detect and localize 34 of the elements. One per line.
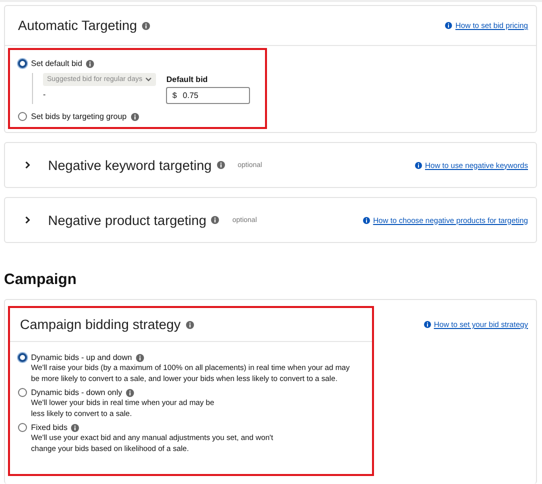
radio-button[interactable] bbox=[18, 353, 27, 362]
chevron-right-icon[interactable] bbox=[25, 161, 31, 169]
section-title: Negative keyword targeting bbox=[48, 158, 212, 172]
info-icon bbox=[136, 354, 144, 362]
info-icon bbox=[130, 112, 139, 120]
section-title: Campaign bidding strategy bbox=[20, 317, 181, 332]
section-title: Negative product targeting bbox=[48, 212, 206, 228]
page-heading: Campaign bbox=[4, 271, 78, 288]
radio-button[interactable] bbox=[18, 112, 27, 121]
info-icon bbox=[71, 424, 80, 432]
section-title: Automatic Targeting bbox=[18, 18, 138, 33]
help-icon bbox=[445, 22, 452, 29]
option-label: Dynamic bids - up and down bbox=[31, 353, 132, 362]
info-icon bbox=[216, 161, 225, 169]
info-icon bbox=[211, 216, 220, 224]
radio-button[interactable] bbox=[18, 59, 27, 68]
option-label: Set default bid bbox=[31, 59, 82, 68]
info-icon bbox=[186, 320, 194, 328]
option-label: Set bids by targeting group bbox=[31, 112, 127, 121]
info-icon bbox=[86, 60, 94, 68]
info-icon bbox=[126, 388, 134, 396]
default-bid-field[interactable]: $ 0.75 bbox=[166, 87, 250, 104]
help-icon bbox=[415, 162, 422, 168]
radio-button[interactable] bbox=[18, 388, 27, 397]
option-label: Dynamic bids - down only bbox=[31, 388, 122, 397]
field-label: Default bid bbox=[166, 75, 209, 84]
chevron-down-icon bbox=[145, 77, 152, 82]
help-icon bbox=[424, 321, 431, 328]
help-icon bbox=[363, 216, 370, 224]
suggested-bid-value: - bbox=[43, 90, 47, 99]
option-label: Fixed bids bbox=[31, 423, 68, 432]
chevron-right-icon[interactable] bbox=[25, 216, 31, 224]
radio-button[interactable] bbox=[18, 423, 27, 432]
info-icon bbox=[142, 22, 150, 30]
